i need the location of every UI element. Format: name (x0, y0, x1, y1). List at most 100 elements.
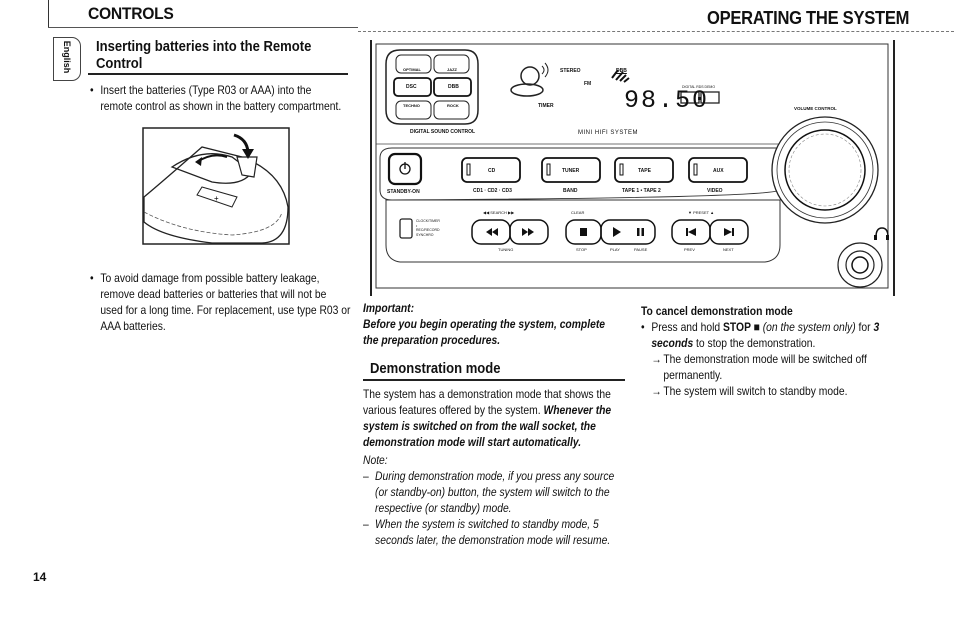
pause-label: PAUSE (634, 247, 648, 252)
cancel-arrow-1: → The demonstration mode will be switche… (651, 351, 899, 383)
demo-p-line2b: Whenever the (543, 403, 612, 417)
demo-paragraph: The system has a demonstration mode that… (363, 386, 638, 450)
cancel-heading: To cancel demonstration mode (641, 304, 793, 318)
dsc-dbb-button[interactable]: DBB (448, 84, 459, 90)
note2-line1: When the system is switched to standby m… (375, 517, 599, 531)
cancel-b1-for: for (855, 320, 874, 334)
section-title-controls: CONTROLS (88, 4, 174, 23)
cancel-bullet: Press and hold STOP ■ (on the system onl… (641, 319, 899, 399)
dsc-optimal-button[interactable]: OPTIMAL (403, 67, 421, 73)
cancel-b1-pre: Press and hold (651, 320, 724, 334)
bullet2-line2: remove dead batteries or batteries that … (100, 287, 327, 301)
tape-sublabel: TAPE 1 • TAPE 2 (622, 188, 661, 194)
cancel-b1-stop: STOP ■ (723, 320, 760, 334)
important-title: Important: (363, 301, 415, 315)
cd-button[interactable]: CD (488, 168, 495, 174)
standby-on-label: STANDBY-ON (387, 189, 420, 195)
arrow1-line1: The demonstration mode will be switched … (663, 352, 867, 366)
bullet1-line1: Insert the batteries (Type R03 or AAA) i… (100, 83, 312, 97)
dsc-label: DIGITAL SOUND CONTROL (410, 129, 476, 135)
batteries-heading-rule (88, 73, 348, 75)
note-item-2: – When the system is switched to standby… (363, 516, 638, 548)
batteries-bullet-1: Insert the batteries (Type R03 or AAA) i… (90, 82, 348, 114)
stop-label: STOP (576, 247, 587, 252)
note1-line1: During demonstration mode, if you press … (375, 469, 615, 483)
header-rule-left (48, 27, 358, 28)
rewind-button[interactable] (472, 220, 510, 244)
display-dbb: DBB (616, 68, 627, 74)
dsc-jazz-button[interactable]: JAZZ (447, 67, 457, 73)
section-title-operating: OPERATING THE SYSTEM (707, 8, 910, 28)
batteries-bullet-2: To avoid damage from possible battery le… (90, 270, 365, 334)
important-line1: Before you begin operating the system, c… (363, 317, 605, 331)
next-button[interactable] (710, 220, 748, 244)
cancel-b1-seconds: seconds (651, 336, 694, 350)
dsc-rock-button[interactable]: ROCK (447, 103, 459, 109)
note-item-1: – During demonstration mode, if you pres… (363, 468, 638, 516)
video-sublabel: VIDEO (707, 188, 723, 194)
cancel-arrow-2: → The system will switch to standby mode… (651, 383, 899, 399)
demo-heading: Demonstration mode (370, 361, 501, 377)
bullet2-line3: used for a long time. For replacement, u… (100, 303, 351, 317)
cancel-block: To cancel demonstration mode Press and h… (641, 303, 899, 399)
prev-button[interactable] (672, 220, 710, 244)
page-number: 14 (33, 570, 47, 584)
fast-forward-button[interactable] (510, 220, 548, 244)
cd-sublabel: CD1 · CD2 · CD3 (473, 188, 512, 194)
svg-text:+: + (214, 194, 219, 203)
volume-knob[interactable] (772, 117, 878, 223)
batteries-heading-line2: Control (96, 56, 143, 72)
device-front-panel: OPTIMAL JAZZ DSC DBB TECHNO ROCK DIGITAL… (370, 40, 896, 296)
demo-p-line2: various features offered by the system. … (363, 402, 638, 418)
demo-p-line1: The system has a demonstration mode that… (363, 387, 611, 401)
frequency-readout: 98.50 (624, 86, 710, 115)
model-label: MINI HIFI SYSTEM (578, 130, 639, 136)
demo-p-line4: demonstration mode will start automatica… (363, 435, 582, 449)
next-label: NEXT (723, 247, 734, 252)
volume-control-label: VOLUME CONTROL (794, 106, 837, 111)
preset-label: ▼ PRESET ▲ (688, 210, 715, 215)
dsc-techno-button[interactable]: TECHNO (403, 103, 420, 109)
standby-on-button[interactable] (389, 154, 421, 184)
arrow1-line2: permanently. (663, 368, 723, 382)
demo-p-line3: system is switched on from the wall sock… (363, 419, 596, 433)
display-fm: FM (584, 81, 592, 87)
header-left-border (48, 0, 49, 27)
demo-p-line2a: various features offered by the system. (363, 403, 544, 417)
header-rule-right (358, 31, 954, 32)
note2-line2: seconds later, the demonstration mode wi… (375, 533, 611, 547)
clock-timer-labels: CLOCK/TIMER • REC/RECORD SYNCHRO (416, 219, 440, 237)
search-label: ◀◀ SEARCH ▶▶ (483, 210, 515, 215)
bullet1-line2: remote control as shown in the battery c… (100, 99, 342, 113)
language-tab-label: English (62, 40, 72, 74)
cancel-b1-3: 3 (873, 320, 880, 334)
cancel-b1-italic: (on the system only) (762, 320, 856, 334)
tuner-button[interactable]: TUNER (562, 168, 579, 174)
batteries-heading-line1: Inserting batteries into the Remote (96, 39, 312, 55)
cancel-b1-rest: to stop the demonstration. (693, 336, 816, 350)
display-small-labels: DIGITAL RDS DEMO (682, 85, 716, 89)
remote-battery-icon: + (142, 127, 290, 245)
important-line2: the preparation procedures. (363, 333, 501, 347)
play-pause-button[interactable] (601, 220, 655, 244)
clear-label: CLEAR (571, 210, 585, 215)
note1-line3: respective (or standby) mode. (375, 501, 512, 515)
dsc-dsc-button[interactable]: DSC (406, 84, 417, 90)
clock-line-4: SYNCHRO (416, 232, 434, 237)
stop-button[interactable] (566, 220, 601, 244)
play-label: PLAY (610, 247, 620, 252)
band-sublabel: BAND (563, 188, 578, 194)
tuning-label: TUNING (498, 247, 514, 252)
batteries-heading: Inserting batteries into the Remote Cont… (96, 39, 311, 73)
aux-button[interactable]: AUX (713, 168, 724, 174)
language-tab: English (53, 37, 81, 81)
clock-line-1: CLOCK/TIMER (416, 219, 440, 223)
bullet2-line4: AAA batteries. (100, 319, 166, 333)
display-timer: TIMER (538, 103, 554, 109)
important-block: Important: Before you begin operating th… (363, 300, 630, 348)
note-title: Note: (363, 453, 388, 467)
arrow2-line: The system will switch to standby mode. (663, 384, 848, 398)
tape-button[interactable]: TAPE (638, 168, 651, 174)
battery-illustration: + (142, 127, 290, 247)
demo-heading-rule (363, 379, 625, 381)
